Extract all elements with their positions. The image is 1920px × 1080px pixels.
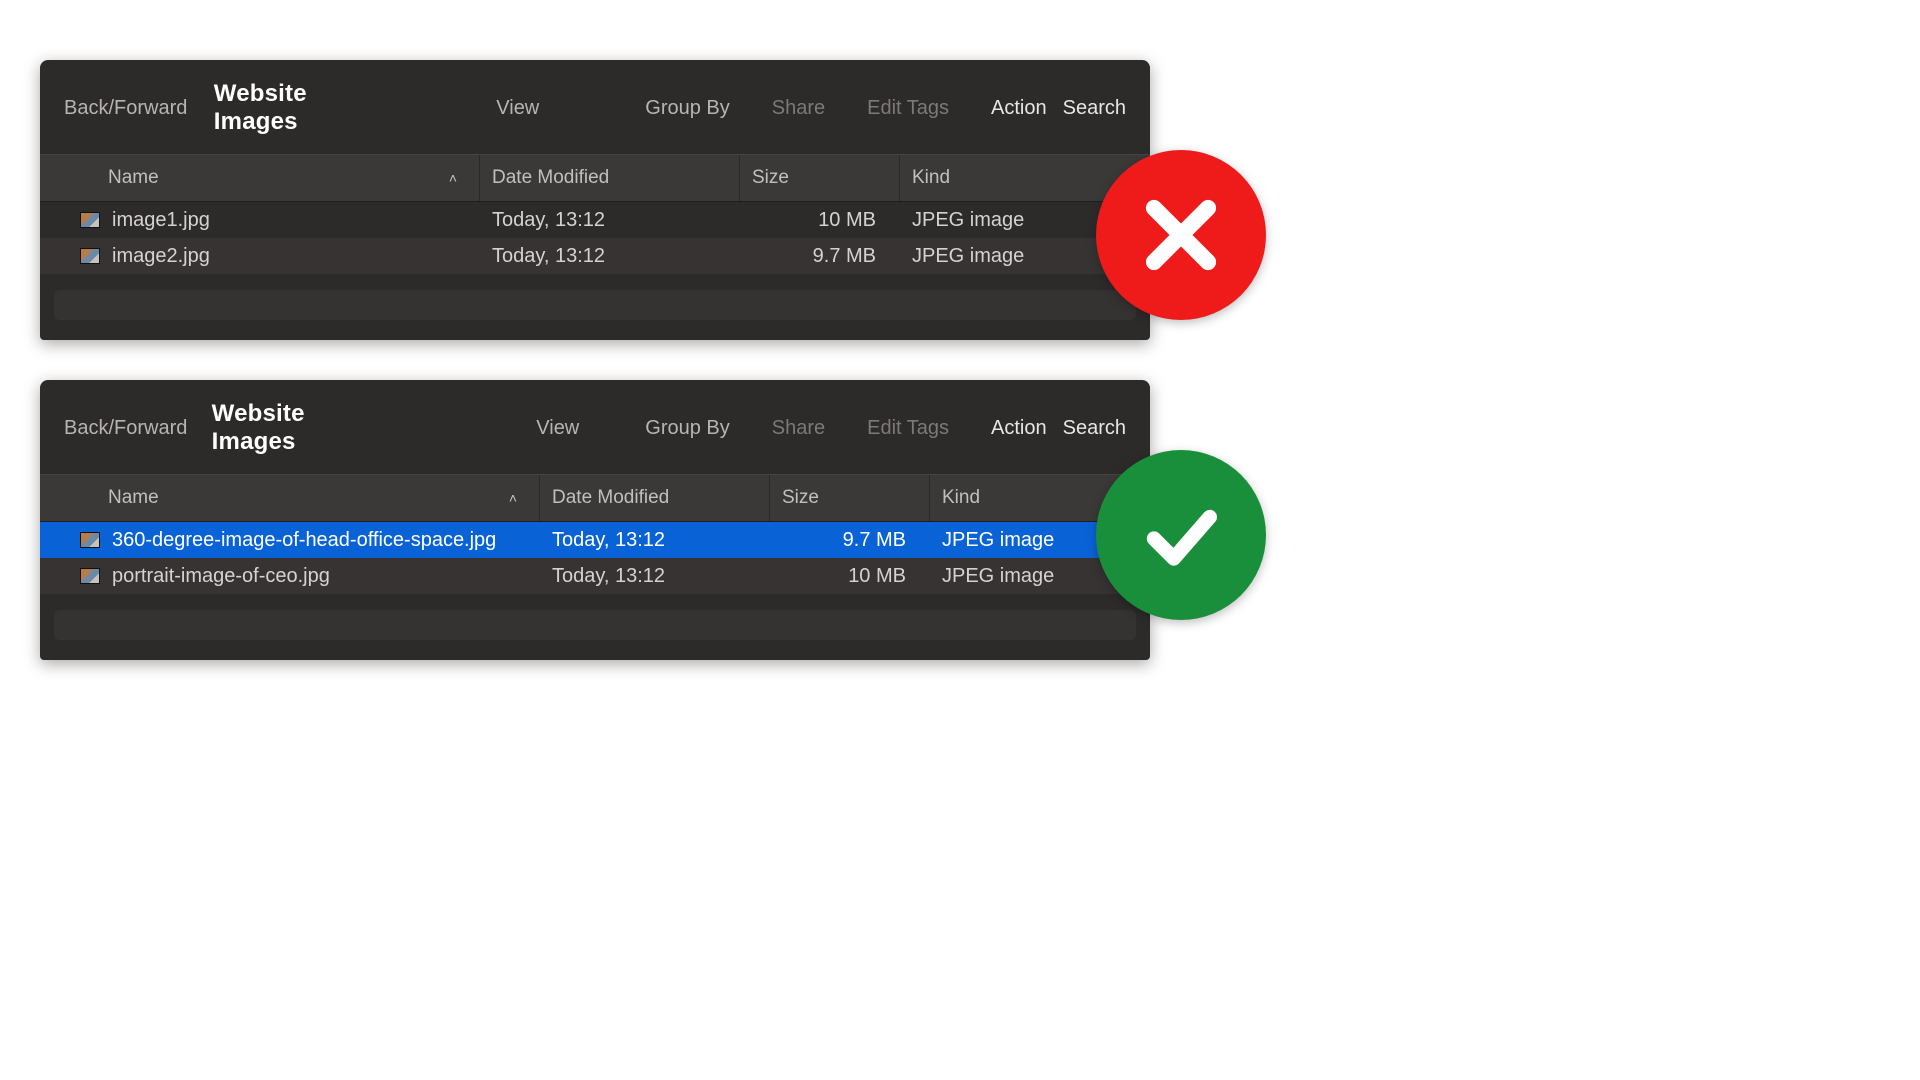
sort-ascending-icon: ˄ (449, 170, 457, 186)
column-headers: Name ˄ Date Modified Size Kind (40, 474, 1150, 522)
file-thumbnail-icon (80, 568, 100, 584)
path-bar (54, 610, 1136, 640)
table-row[interactable]: 360-degree-image-of-head-office-space.jp… (40, 522, 1150, 558)
file-date: Today, 13:12 (480, 202, 740, 238)
file-name: image2.jpg (112, 245, 210, 268)
column-header-name[interactable]: Name ˄ (40, 475, 540, 521)
toolbar: Back/Forward Website Images View Group B… (40, 380, 1150, 474)
table-row[interactable]: image1.jpg Today, 13:12 10 MB JPEG image (40, 202, 1150, 238)
table-row[interactable]: portrait-image-of-ceo.jpg Today, 13:12 1… (40, 558, 1150, 594)
back-forward-button[interactable]: Back/Forward (64, 417, 187, 440)
column-header-size[interactable]: Size (770, 475, 930, 521)
file-thumbnail-icon (80, 248, 100, 264)
file-date: Today, 13:12 (540, 522, 770, 558)
group-by-button[interactable]: Group By (645, 97, 729, 120)
window-title: Website Images (214, 80, 350, 136)
view-button[interactable]: View (496, 97, 539, 120)
search-button[interactable]: Search (1063, 417, 1126, 440)
group-by-button[interactable]: Group By (645, 417, 729, 440)
toolbar: Back/Forward Website Images View Group B… (40, 60, 1150, 154)
column-header-date[interactable]: Date Modified (480, 155, 740, 201)
sort-ascending-icon: ˄ (509, 490, 517, 506)
file-date: Today, 13:12 (480, 238, 740, 274)
action-button[interactable]: Action (991, 417, 1047, 440)
check-icon (1136, 490, 1226, 580)
finder-window-good: Back/Forward Website Images View Group B… (40, 380, 1150, 660)
file-date: Today, 13:12 (540, 558, 770, 594)
bad-badge (1096, 150, 1266, 320)
file-size: 10 MB (770, 558, 930, 594)
share-button[interactable]: Share (772, 97, 825, 120)
file-name: 360-degree-image-of-head-office-space.jp… (112, 529, 496, 552)
table-row[interactable]: image2.jpg Today, 13:12 9.7 MB JPEG imag… (40, 238, 1150, 274)
file-size: 10 MB (740, 202, 900, 238)
column-header-date[interactable]: Date Modified (540, 475, 770, 521)
file-list: 360-degree-image-of-head-office-space.jp… (40, 522, 1150, 594)
column-header-name-label: Name (108, 487, 159, 509)
file-name: image1.jpg (112, 209, 210, 232)
path-bar (54, 290, 1136, 320)
good-badge (1096, 450, 1266, 620)
back-forward-button[interactable]: Back/Forward (64, 97, 187, 120)
column-header-name[interactable]: Name ˄ (40, 155, 480, 201)
view-button[interactable]: View (536, 417, 579, 440)
edit-tags-button[interactable]: Edit Tags (867, 417, 949, 440)
finder-window-bad: Back/Forward Website Images View Group B… (40, 60, 1150, 340)
search-button[interactable]: Search (1063, 97, 1126, 120)
column-header-size[interactable]: Size (740, 155, 900, 201)
file-list: image1.jpg Today, 13:12 10 MB JPEG image… (40, 202, 1150, 274)
action-button[interactable]: Action (991, 97, 1047, 120)
x-icon (1136, 190, 1226, 280)
file-thumbnail-icon (80, 212, 100, 228)
window-title: Website Images (212, 400, 321, 456)
file-name: portrait-image-of-ceo.jpg (112, 565, 330, 588)
share-button[interactable]: Share (772, 417, 825, 440)
column-headers: Name ˄ Date Modified Size Kind (40, 154, 1150, 202)
file-size: 9.7 MB (740, 238, 900, 274)
column-header-name-label: Name (108, 167, 159, 189)
edit-tags-button[interactable]: Edit Tags (867, 97, 949, 120)
file-thumbnail-icon (80, 532, 100, 548)
file-size: 9.7 MB (770, 522, 930, 558)
